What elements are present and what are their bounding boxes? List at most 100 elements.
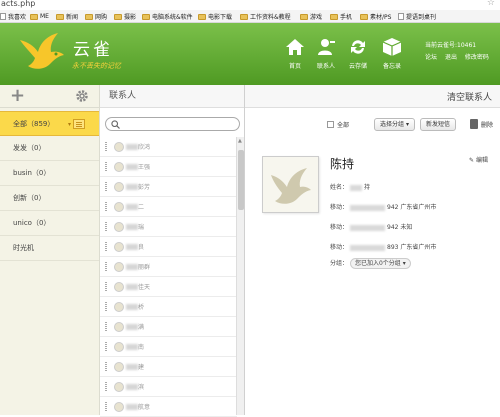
avatar <box>114 162 124 172</box>
contact-row[interactable]: 南 <box>100 337 237 357</box>
contact-row[interactable]: 桥 <box>100 297 237 317</box>
drag-handle-icon[interactable] <box>105 202 107 211</box>
folder-icon <box>300 13 308 20</box>
add-group-icon[interactable]: + <box>10 85 25 106</box>
scroll-up-icon[interactable]: ▲ <box>238 138 242 144</box>
bookmark-item[interactable]: 素材/PS <box>360 12 391 21</box>
drag-handle-icon[interactable] <box>105 182 107 191</box>
contact-list-scrollbar[interactable]: ▲ <box>236 137 244 415</box>
drag-handle-icon[interactable] <box>105 282 107 291</box>
chevron-down-icon: ▾ <box>402 260 406 267</box>
folder-icon <box>56 13 64 20</box>
select-group-dropdown[interactable]: 选择分组 ▾ <box>374 118 415 131</box>
avatar <box>114 322 124 332</box>
contact-row[interactable]: 佳天 <box>100 277 237 297</box>
contact-row[interactable]: 建 <box>100 357 237 377</box>
page-title: acts.php <box>1 0 36 8</box>
group-select-dropdown[interactable]: 您已加入0个分组 ▾ <box>349 258 411 269</box>
folder-icon <box>330 13 338 20</box>
nav-cloud-sync[interactable]: 云存储 <box>345 37 371 79</box>
drag-handle-icon[interactable] <box>105 342 107 351</box>
contact-toolbar: 全部 选择分组 ▾ 新发短信 删除 <box>245 108 500 137</box>
group-all[interactable]: 全部（859） ▾ <box>0 111 99 136</box>
drag-handle-icon[interactable] <box>105 302 107 311</box>
pencil-icon: ✎ <box>469 157 476 164</box>
bookmark-item[interactable]: 摄影 <box>114 12 136 21</box>
brand-title: 云雀 <box>73 40 113 60</box>
bookmark-item[interactable]: ME <box>30 12 49 21</box>
avatar <box>114 142 124 152</box>
forum-link[interactable]: 论坛 <box>425 54 437 61</box>
drag-handle-icon[interactable] <box>105 222 107 231</box>
edit-button[interactable]: ✎ 编辑 <box>469 155 488 164</box>
chevron-down-icon[interactable]: ▾ <box>68 112 71 137</box>
list-view-icon[interactable] <box>73 119 85 129</box>
detail-header: 清空联系人 <box>245 85 500 108</box>
field-name: 姓名：持 <box>330 184 371 191</box>
contact-row[interactable]: 滨 <box>100 377 237 397</box>
page-icon <box>398 13 404 20</box>
search-input[interactable] <box>105 117 240 131</box>
bookmark-item[interactable]: 新闻 <box>56 12 78 21</box>
select-all-checkbox[interactable] <box>327 121 334 128</box>
box-icon <box>382 38 402 56</box>
field-mobile: 移动： 942 广东省广州市 <box>330 204 437 211</box>
drag-handle-icon[interactable] <box>105 382 107 391</box>
drag-handle-icon[interactable] <box>105 142 107 151</box>
field-mobile: 移动： 893 广东省广州市 <box>330 244 437 251</box>
gear-icon[interactable] <box>75 89 89 103</box>
bookmark-item[interactable]: 电影下载 <box>198 12 232 21</box>
field-group: 分组： 您已加入0个分组 ▾ <box>330 258 411 269</box>
bookmark-star-icon[interactable]: ☆ <box>487 0 495 8</box>
contact-row[interactable]: 二 <box>100 197 237 217</box>
select-all-label: 全部 <box>337 122 350 129</box>
group-item[interactable]: 发发（0） <box>0 136 99 161</box>
bookmark-item[interactable]: 游戏 <box>300 12 322 21</box>
bird-avatar-icon <box>271 168 311 204</box>
folder-icon <box>360 13 368 20</box>
clear-contacts-button[interactable]: 清空联系人 <box>447 90 492 103</box>
logout-link[interactable]: 退出 <box>445 54 457 61</box>
nav-home[interactable]: 首页 <box>282 37 308 79</box>
chevron-down-icon: ▾ <box>405 121 409 128</box>
account-id: 当前云雀号:10461 <box>425 42 477 49</box>
contact-rows: 欣鸿 王强 彭芳 二 瑞 良 丽群 佳天 桥 满 南 建 滨 航意 <box>100 137 237 417</box>
group-time-machine[interactable]: 时光机 <box>0 236 99 261</box>
nav-memo[interactable]: 备忘录 <box>379 37 405 79</box>
contact-row[interactable]: 王强 <box>100 157 237 177</box>
contact-row[interactable]: 彭芳 <box>100 177 237 197</box>
contact-row[interactable]: 航意 <box>100 397 237 417</box>
contact-row[interactable]: 良 <box>100 237 237 257</box>
avatar <box>114 302 124 312</box>
drag-handle-icon[interactable] <box>105 402 107 411</box>
send-sms-button[interactable]: 新发短信 <box>420 118 457 131</box>
drag-handle-icon[interactable] <box>105 362 107 371</box>
bookmark-item[interactable]: 电脑系统&软件 <box>142 12 193 21</box>
contact-row[interactable]: 瑞 <box>100 217 237 237</box>
contact-row[interactable]: 欣鸿 <box>100 137 237 157</box>
group-item[interactable]: 创新（0） <box>0 186 99 211</box>
avatar <box>114 222 124 232</box>
avatar <box>114 202 124 212</box>
delete-button[interactable]: 删除 <box>481 120 493 129</box>
drag-handle-icon[interactable] <box>105 322 107 331</box>
bookmark-item[interactable]: 提语到桌刊 <box>398 12 436 21</box>
field-mobile: 移动： 942 未知 <box>330 224 413 231</box>
contact-row[interactable]: 丽群 <box>100 257 237 277</box>
trash-icon[interactable] <box>470 119 478 129</box>
brand-slogan: 永不丢失的记忆 <box>72 62 121 70</box>
scrollbar-thumb[interactable] <box>238 150 244 210</box>
contact-row[interactable]: 满 <box>100 317 237 337</box>
group-item[interactable]: unico（0） <box>0 211 99 236</box>
drag-handle-icon[interactable] <box>105 162 107 171</box>
change-password-link[interactable]: 修改密码 <box>465 54 489 61</box>
sidebar-toolbar: + <box>0 85 99 108</box>
bookmark-item[interactable]: 工作资料&教程 <box>240 12 291 21</box>
bookmark-item[interactable]: 我喜欢 <box>0 12 26 21</box>
nav-contacts[interactable]: 联系人 <box>313 37 339 79</box>
bookmark-item[interactable]: 网购 <box>85 12 107 21</box>
group-item[interactable]: busin（0） <box>0 161 99 186</box>
drag-handle-icon[interactable] <box>105 262 107 271</box>
drag-handle-icon[interactable] <box>105 242 107 251</box>
bookmark-item[interactable]: 手机 <box>330 12 352 21</box>
